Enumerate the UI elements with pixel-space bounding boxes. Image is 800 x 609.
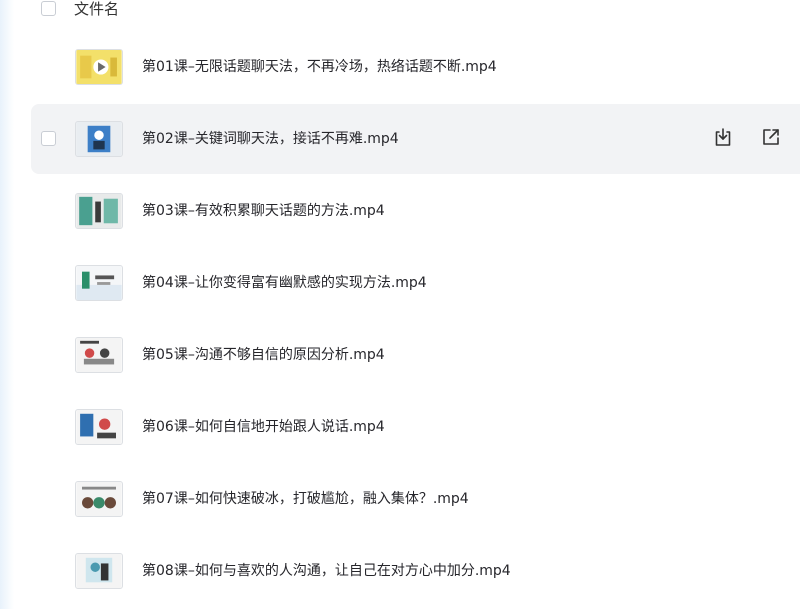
video-thumbnail-icon (75, 49, 123, 85)
file-row[interactable]: 第06课–如何自信地开始跟人说话.mp4 (31, 392, 800, 462)
row-checkbox[interactable] (41, 131, 56, 146)
column-title-filename: 文件名 (74, 0, 120, 18)
file-row[interactable]: 第07课–如何快速破冰，打破尴尬，融入集体？.mp4 (31, 464, 800, 534)
left-edge-gradient (0, 0, 14, 609)
file-row[interactable]: 第03课–有效积累聊天话题的方法.mp4 (31, 176, 800, 246)
file-row[interactable]: 第04课–让你变得富有幽默感的实现方法.mp4 (31, 248, 800, 318)
video-thumbnail-icon (75, 553, 123, 589)
file-row[interactable]: 第05课–沟通不够自信的原因分析.mp4 (31, 320, 800, 390)
video-thumbnail-icon (75, 337, 123, 373)
file-row-hovered[interactable]: 第02课–关键词聊天法，接话不再难.mp4 (31, 104, 800, 174)
download-icon[interactable] (712, 126, 734, 148)
share-external-icon[interactable] (760, 126, 782, 148)
video-thumbnail-icon (75, 409, 123, 445)
file-name[interactable]: 第01课–无限话题聊天法，不再冷场，热络话题不断.mp4 (142, 58, 497, 76)
file-name[interactable]: 第03课–有效积累聊天话题的方法.mp4 (142, 202, 385, 220)
video-thumbnail-icon (75, 481, 123, 517)
file-name[interactable]: 第04课–让你变得富有幽默感的实现方法.mp4 (142, 274, 427, 292)
video-thumbnail-icon (75, 265, 123, 301)
file-name[interactable]: 第08课–如何与喜欢的人沟通，让自己在对方心中加分.mp4 (142, 562, 511, 580)
file-name[interactable]: 第02课–关键词聊天法，接话不再难.mp4 (142, 130, 399, 148)
video-thumbnail-icon (75, 193, 123, 229)
select-all-checkbox[interactable] (41, 1, 56, 16)
video-thumbnail-icon (75, 121, 123, 157)
file-row[interactable]: 第01课–无限话题聊天法，不再冷场，热络话题不断.mp4 (31, 32, 800, 102)
row-actions (712, 126, 782, 148)
list-header: 文件名 (0, 0, 800, 22)
file-name[interactable]: 第05课–沟通不够自信的原因分析.mp4 (142, 346, 385, 364)
file-name[interactable]: 第06课–如何自信地开始跟人说话.mp4 (142, 418, 385, 436)
file-name[interactable]: 第07课–如何快速破冰，打破尴尬，融入集体？.mp4 (142, 490, 469, 508)
file-row[interactable]: 第08课–如何与喜欢的人沟通，让自己在对方心中加分.mp4 (31, 536, 800, 606)
